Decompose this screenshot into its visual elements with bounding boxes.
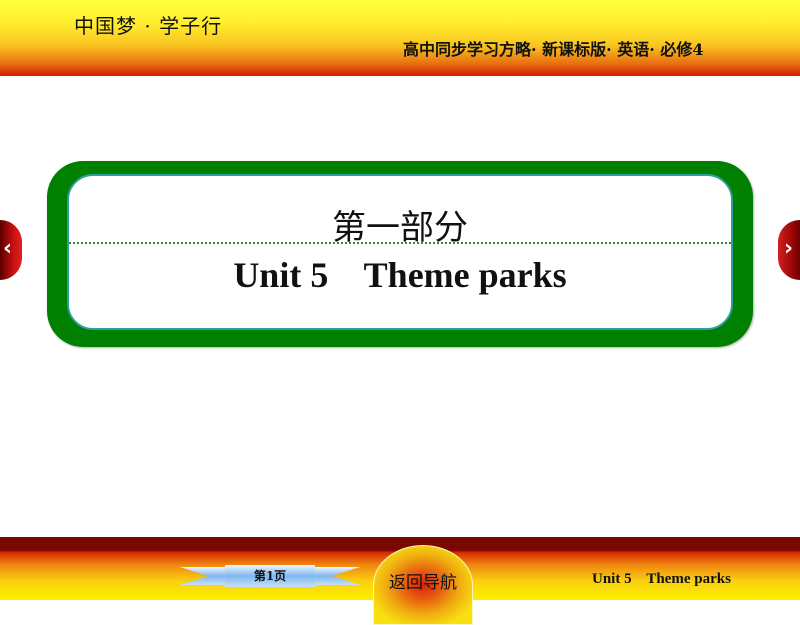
dotted-divider xyxy=(69,242,731,244)
title-panel: 第一部分 Unit 5 Theme parks xyxy=(67,174,733,330)
previous-slide-button[interactable]: ‹ xyxy=(0,220,22,280)
title-frame: 第一部分 Unit 5 Theme parks xyxy=(47,161,753,347)
chevron-right-icon: › xyxy=(784,236,794,261)
page-indicator: 第1页 xyxy=(180,565,360,587)
brand-slogan: 中国梦 · 学子行 xyxy=(74,14,223,38)
unit-title: Unit 5 Theme parks xyxy=(233,255,567,295)
page-number: 第1页 xyxy=(253,569,287,583)
book-title: 高中同步学习方略· 新课标版· 英语· 必修4 xyxy=(403,40,704,59)
return-navigation-label: 返回导航 xyxy=(389,573,457,593)
footer-unit-title: Unit 5 Theme parks xyxy=(592,571,731,587)
header-bar: 中国梦 · 学子行 高中同步学习方略· 新课标版· 英语· 必修4 xyxy=(0,0,800,76)
chevron-left-icon: ‹ xyxy=(3,236,13,261)
return-navigation-button[interactable]: 返回导航 xyxy=(373,545,473,625)
next-slide-button[interactable]: › xyxy=(778,220,800,280)
